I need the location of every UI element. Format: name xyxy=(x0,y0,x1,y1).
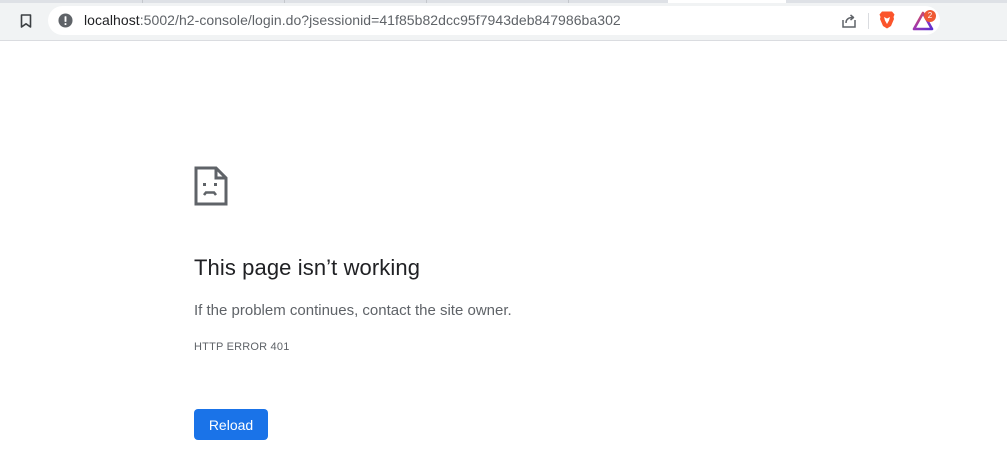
tabstrip xyxy=(0,0,1007,3)
bookmark-icon xyxy=(20,14,32,28)
active-tab-indicator xyxy=(668,0,786,3)
sad-page-icon xyxy=(194,166,228,206)
tab-separator xyxy=(568,0,569,3)
tab-separator xyxy=(426,0,427,3)
site-info-warning-icon[interactable] xyxy=(58,13,73,28)
error-title: This page isn’t working xyxy=(194,255,421,280)
bookmark-button[interactable] xyxy=(14,10,38,32)
url-text[interactable]: localhost:5002/h2-console/login.do?jsess… xyxy=(84,12,621,28)
share-icon[interactable] xyxy=(840,12,858,30)
brave-shield-icon[interactable] xyxy=(878,10,896,30)
error-code: HTTP ERROR 401 xyxy=(194,341,290,353)
rewards-badge-count: 2 xyxy=(924,10,936,22)
tab-separator xyxy=(142,0,143,3)
reload-button[interactable]: Reload xyxy=(194,409,268,440)
tab-separator xyxy=(284,0,285,3)
address-bar-divider xyxy=(868,13,869,29)
error-subtitle: If the problem continues, contact the si… xyxy=(194,302,512,319)
url-path: :5002/h2-console/login.do?jsessionid=41f… xyxy=(139,12,621,28)
browser-toolbar: localhost:5002/h2-console/login.do?jsess… xyxy=(0,0,1007,41)
address-bar[interactable]: localhost:5002/h2-console/login.do?jsess… xyxy=(48,6,940,35)
url-host: localhost xyxy=(84,12,140,28)
